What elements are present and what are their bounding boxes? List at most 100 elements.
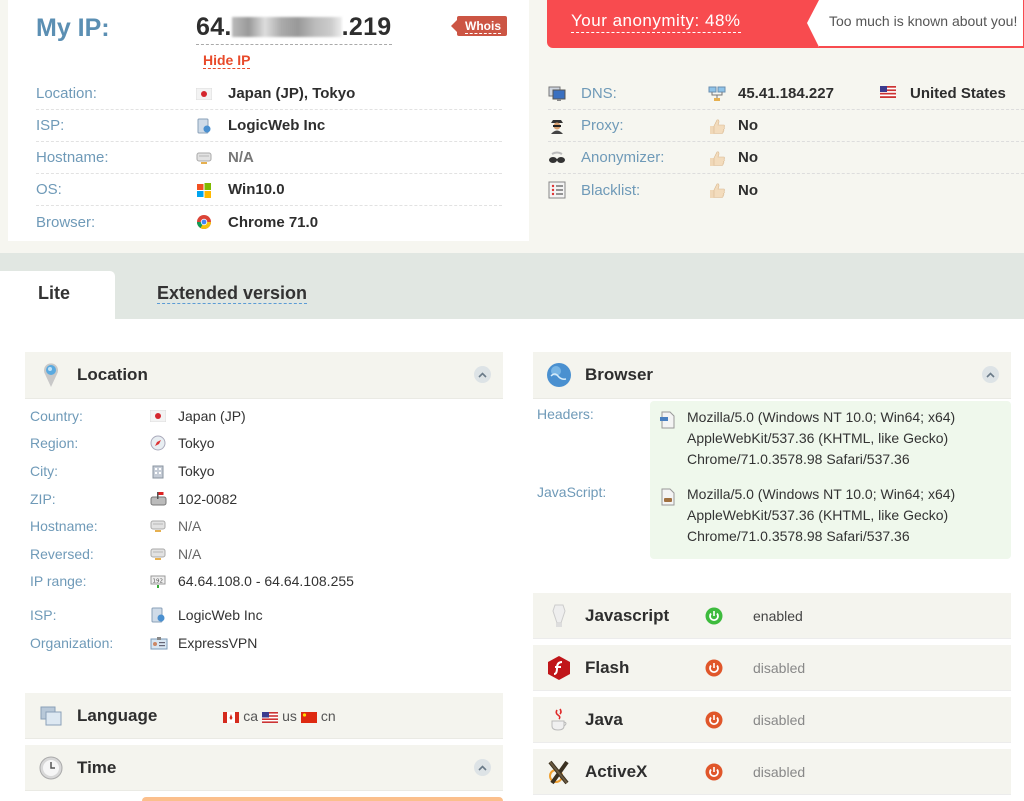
language-panel-header[interactable]: Language ca us cn bbox=[25, 693, 503, 739]
power-off-icon bbox=[705, 711, 753, 729]
location-value: N/A bbox=[178, 518, 202, 535]
plugin-name: Javascript bbox=[585, 605, 670, 625]
browser-panel-header[interactable]: Browser bbox=[533, 352, 1011, 399]
tab-extended-version[interactable]: Extended version bbox=[157, 271, 308, 319]
location-row-ip-range: IP range: 192 64.64.108.0 - 64.64.108.25… bbox=[30, 568, 500, 596]
windows-icon bbox=[196, 182, 228, 198]
anonymity-message: Too much is known about you! bbox=[807, 0, 1024, 47]
summary-label: Hostname: bbox=[36, 149, 109, 166]
server-icon bbox=[150, 518, 178, 534]
server-icon bbox=[196, 150, 228, 166]
collapse-time-button[interactable] bbox=[474, 759, 491, 776]
location-value: LogicWeb Inc bbox=[178, 606, 263, 623]
location-value: 64.64.108.0 - 64.64.108.255 bbox=[178, 573, 354, 590]
thumbs-up-icon bbox=[708, 117, 738, 135]
plugin-row-javascript: Javascript enabled bbox=[533, 593, 1011, 639]
java-plugin-icon bbox=[533, 707, 585, 733]
ua-line: Chrome/71.0.3578.98 Safari/537.36 bbox=[687, 451, 910, 467]
plugin-status: enabled bbox=[753, 607, 803, 624]
summary-value: N/A bbox=[228, 149, 254, 166]
dns-icon bbox=[548, 86, 581, 102]
check-row-proxy: Proxy: No bbox=[548, 110, 1024, 142]
check-label: Anonymizer: bbox=[581, 149, 665, 166]
document-icon bbox=[659, 407, 687, 470]
anonymity-score[interactable]: Your anonymity: 48% bbox=[571, 11, 741, 33]
tab-bar: Lite Extended version bbox=[0, 253, 1024, 319]
japan-flag-icon bbox=[150, 409, 178, 422]
server-icon bbox=[150, 546, 178, 562]
collapse-location-button[interactable] bbox=[474, 366, 491, 383]
location-row-organization: Organization: ExpressVPN bbox=[30, 629, 500, 657]
summary-list: Location: Japan (JP), Tokyo ISP: LogicWe… bbox=[36, 78, 502, 238]
summary-value: LogicWeb Inc bbox=[228, 117, 326, 134]
summary-row-hostname: Hostname: N/A bbox=[36, 142, 502, 174]
list-icon bbox=[548, 181, 581, 199]
location-value: ExpressVPN bbox=[178, 634, 258, 651]
summary-row-browser: Browser: Chrome 71.0 bbox=[36, 206, 502, 238]
location-label: Reversed: bbox=[30, 545, 94, 562]
spy-icon bbox=[548, 117, 581, 135]
glasses-icon bbox=[548, 151, 581, 165]
location-row-reversed: Reversed: N/A bbox=[30, 540, 500, 568]
location-value: 102-0082 bbox=[178, 490, 238, 507]
javascript-label: JavaScript: bbox=[537, 484, 607, 500]
globe-icon bbox=[533, 362, 585, 388]
ua-line: Mozilla/5.0 (Windows NT 10.0; Win64; x64… bbox=[687, 486, 956, 502]
dns-ip-value: 45.41.184.227 bbox=[738, 85, 834, 102]
power-off-icon bbox=[705, 659, 753, 677]
time-panel-header[interactable]: Time bbox=[25, 745, 503, 791]
isp-icon bbox=[150, 607, 178, 623]
language-code: us bbox=[282, 707, 297, 724]
plugin-status: disabled bbox=[753, 763, 806, 780]
flash-plugin-icon bbox=[533, 655, 585, 681]
hide-ip-link[interactable]: Hide IP bbox=[203, 52, 251, 69]
mailbox-icon bbox=[150, 491, 178, 507]
plugin-name: Java bbox=[585, 709, 623, 729]
ip-prefix: 64. bbox=[196, 13, 232, 41]
blacklist-value: No bbox=[738, 181, 758, 199]
china-flag-icon bbox=[300, 710, 317, 723]
ua-line: Mozilla/5.0 (Windows NT 10.0; Win64; x64… bbox=[687, 409, 956, 425]
plugin-name: ActiveX bbox=[585, 761, 648, 781]
activex-plugin-icon bbox=[533, 759, 585, 785]
network-icon bbox=[708, 86, 738, 102]
us-flag-icon bbox=[262, 710, 279, 723]
compass-icon bbox=[150, 435, 178, 451]
language-code: ca bbox=[243, 707, 259, 724]
script-icon bbox=[659, 484, 687, 547]
ua-line: Chrome/71.0.3578.98 Safari/537.36 bbox=[687, 528, 910, 544]
power-on-icon bbox=[705, 607, 753, 625]
whois-button[interactable]: Whois bbox=[451, 16, 507, 36]
summary-row-isp: ISP: LogicWeb Inc bbox=[36, 110, 502, 142]
summary-row-os: OS: Win10.0 bbox=[36, 174, 502, 206]
language-code: cn bbox=[320, 707, 336, 724]
clock-icon bbox=[25, 756, 77, 780]
collapse-browser-button[interactable] bbox=[982, 366, 999, 383]
tab-lite[interactable]: Lite bbox=[0, 271, 115, 319]
plugin-status: disabled bbox=[753, 711, 806, 728]
location-row-isp: ISP: LogicWeb Inc bbox=[30, 601, 500, 629]
us-flag-icon bbox=[880, 85, 896, 102]
check-row-anonymizer: Anonymizer: No bbox=[548, 142, 1024, 174]
location-panel-header[interactable]: Location bbox=[25, 352, 503, 399]
location-row-region: Region: Tokyo bbox=[30, 430, 500, 458]
location-row-country: Country: Japan (JP) bbox=[30, 402, 500, 430]
summary-row-location: Location: Japan (JP), Tokyo bbox=[36, 78, 502, 110]
location-label: Hostname: bbox=[30, 518, 98, 535]
location-row-hostname: Hostname: N/A bbox=[30, 512, 500, 540]
ip-range-icon: 192 bbox=[150, 573, 178, 589]
location-label: Organization: bbox=[30, 634, 114, 651]
location-value: Tokyo bbox=[178, 462, 215, 479]
summary-value: Japan (JP), Tokyo bbox=[228, 85, 356, 102]
proxy-value: No bbox=[738, 117, 758, 134]
ip-address[interactable]: 64. .219 bbox=[196, 13, 392, 45]
javascript-user-agent: Mozilla/5.0 (Windows NT 10.0; Win64; x64… bbox=[659, 484, 955, 547]
thumbs-up-icon bbox=[708, 181, 738, 199]
canada-flag-icon bbox=[223, 710, 240, 723]
location-label: IP range: bbox=[30, 573, 87, 590]
svg-text:192: 192 bbox=[153, 579, 164, 585]
check-label: DNS: bbox=[581, 85, 617, 102]
location-pin-icon bbox=[25, 362, 77, 388]
anonymizer-value: No bbox=[738, 149, 758, 166]
summary-label: Location: bbox=[36, 85, 97, 102]
